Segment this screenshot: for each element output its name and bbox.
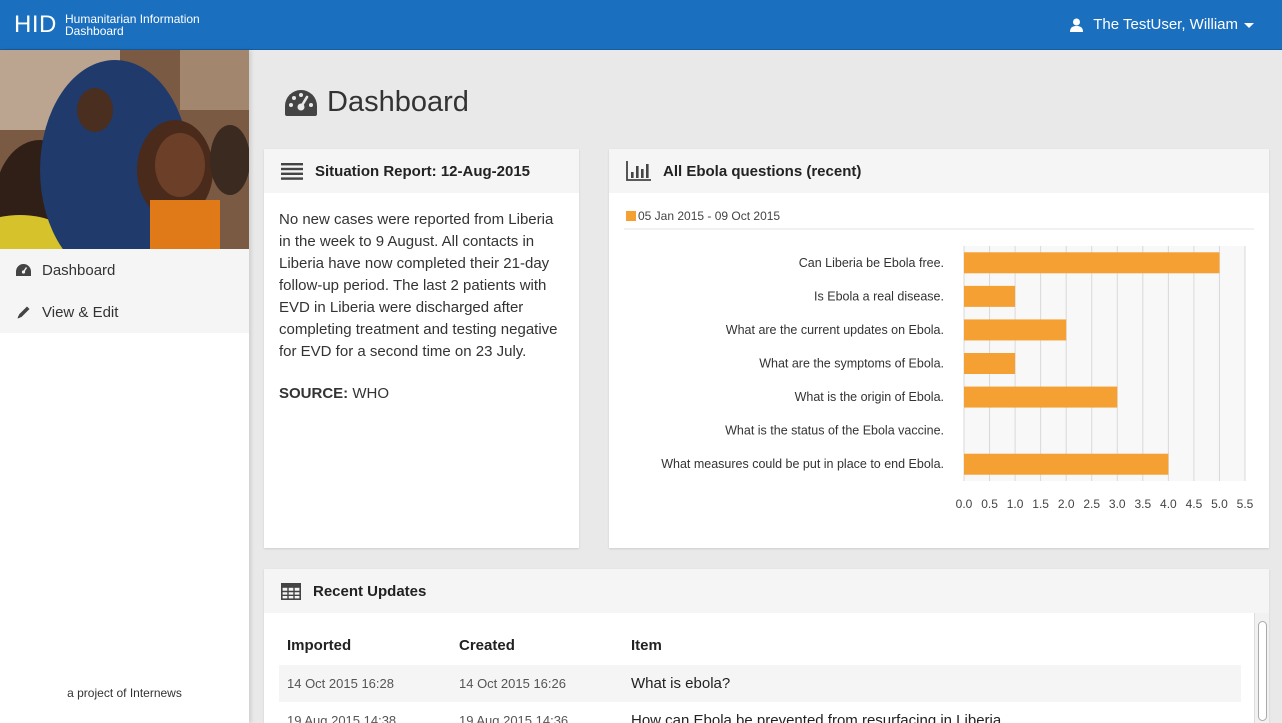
x-tick-label: 1.0 (1007, 497, 1024, 511)
brand-subtitle: Humanitarian Information Dashboard (65, 12, 200, 38)
x-tick-label: 3.0 (1109, 497, 1126, 511)
footer-credit: a project of Internews (67, 686, 182, 700)
x-tick-label: 5.5 (1237, 497, 1254, 511)
x-tick-label: 0.0 (956, 497, 973, 511)
chart-title: All Ebola questions (recent) (663, 162, 862, 180)
x-tick-label: 2.5 (1083, 497, 1100, 511)
user-menu[interactable]: The TestUser, William (1070, 16, 1254, 33)
column-header-item[interactable]: Item (623, 625, 1241, 665)
table-row[interactable]: 19 Aug 2015 14:38 19 Aug 2015 14:36 How … (279, 702, 1241, 723)
scrollbar-thumb[interactable] (1258, 621, 1267, 721)
top-navbar: HID Humanitarian Information Dashboard T… (0, 0, 1282, 50)
ebola-questions-panel: All Ebola questions (recent) 05 Jan 2015… (609, 149, 1269, 548)
item-cell: What is ebola? (623, 665, 1241, 702)
legend-label: 05 Jan 2015 - 09 Oct 2015 (638, 209, 780, 223)
sidebar-item-label: View & Edit (42, 303, 119, 321)
recent-updates-title: Recent Updates (313, 582, 427, 600)
situation-report-panel: Situation Report: 12-Aug-2015 No new cas… (264, 149, 579, 548)
user-name: The TestUser, William (1093, 16, 1238, 33)
bar-chart: 05 Jan 2015 - 09 Oct 2015 0.0 0.5 1.0 1.5 2.0… (624, 209, 1254, 511)
category-label: What is the origin of Ebola. (795, 390, 944, 404)
recent-updates-header: Recent Updates (264, 569, 1269, 613)
bar (964, 353, 1016, 374)
sidebar-item-dashboard[interactable]: Dashboard (0, 249, 249, 291)
x-tick-label: 4.0 (1160, 497, 1177, 511)
situation-report-header: Situation Report: 12-Aug-2015 (264, 149, 579, 193)
created-cell: 14 Oct 2015 16:26 (451, 665, 623, 702)
category-label: What measures could be put in place to e… (661, 457, 944, 471)
recent-updates-panel: Recent Updates Imported Created Item 14 … (264, 569, 1269, 723)
dashboard-icon (285, 89, 317, 116)
bar (964, 252, 1220, 274)
sidebar-item-label: Dashboard (42, 261, 116, 279)
brand-logo[interactable]: HID (14, 11, 57, 39)
imported-cell: 19 Aug 2015 14:38 (287, 713, 397, 723)
x-tick-label: 1.5 (1032, 497, 1049, 511)
table-header-row: Imported Created Item (279, 625, 1241, 665)
created-cell: 19 Aug 2015 14:36 (459, 713, 569, 723)
dashboard-icon (16, 264, 31, 276)
x-tick-label: 5.0 (1211, 497, 1228, 511)
category-label: Can Liberia be Ebola free. (799, 256, 944, 270)
caret-down-icon (1244, 23, 1254, 28)
imported-cell: 14 Oct 2015 16:28 (279, 665, 451, 702)
situation-report-source: SOURCE: WHO (279, 383, 564, 405)
bar (964, 386, 1118, 408)
sidebar-nav: Dashboard View & Edit (0, 249, 249, 333)
item-cell: How can Ebola be prevented from resurfac… (631, 712, 1002, 723)
column-header-imported[interactable]: Imported (279, 625, 451, 665)
page-title: Dashboard (285, 86, 469, 119)
sidebar: Dashboard View & Edit a project of Inter… (0, 50, 249, 723)
situation-report-title: Situation Report: 12-Aug-2015 (315, 162, 531, 180)
table-scrollbar[interactable] (1254, 613, 1269, 723)
x-tick-label: 4.5 (1186, 497, 1203, 511)
x-tick-label: 3.5 (1134, 497, 1151, 511)
category-label: What is the status of the Ebola vaccine. (725, 424, 944, 438)
x-tick-label: 2.0 (1058, 497, 1075, 511)
situation-report-text: No new cases were reported from Liberia … (279, 211, 558, 360)
user-icon (1070, 18, 1084, 32)
category-label: What are the symptoms of Ebola. (759, 357, 944, 371)
updates-table: Imported Created Item 14 Oct 2015 16:28 … (279, 625, 1241, 723)
category-label: Is Ebola a real disease. (814, 289, 944, 303)
table-row[interactable]: 14 Oct 2015 16:28 14 Oct 2015 16:26 What… (279, 665, 1241, 702)
situation-report-body: No new cases were reported from Liberia … (264, 193, 579, 421)
hero-photo (0, 50, 249, 249)
bar (964, 319, 1067, 341)
page-title-text: Dashboard (327, 86, 469, 118)
table-icon (281, 582, 301, 600)
source-label: SOURCE: (279, 385, 349, 402)
pencil-icon (17, 306, 30, 318)
bar-chart-icon (626, 161, 651, 181)
sidebar-item-view-edit[interactable]: View & Edit (0, 291, 249, 333)
bar (964, 285, 1016, 307)
category-label: What are the current updates on Ebola. (726, 323, 944, 337)
x-tick-label: 0.5 (981, 497, 998, 511)
bar (964, 453, 1169, 475)
chart-header: All Ebola questions (recent) (609, 149, 1269, 193)
legend-swatch (626, 211, 636, 221)
list-icon (281, 162, 303, 180)
column-header-created[interactable]: Created (451, 625, 623, 665)
source-value: WHO (348, 385, 389, 402)
